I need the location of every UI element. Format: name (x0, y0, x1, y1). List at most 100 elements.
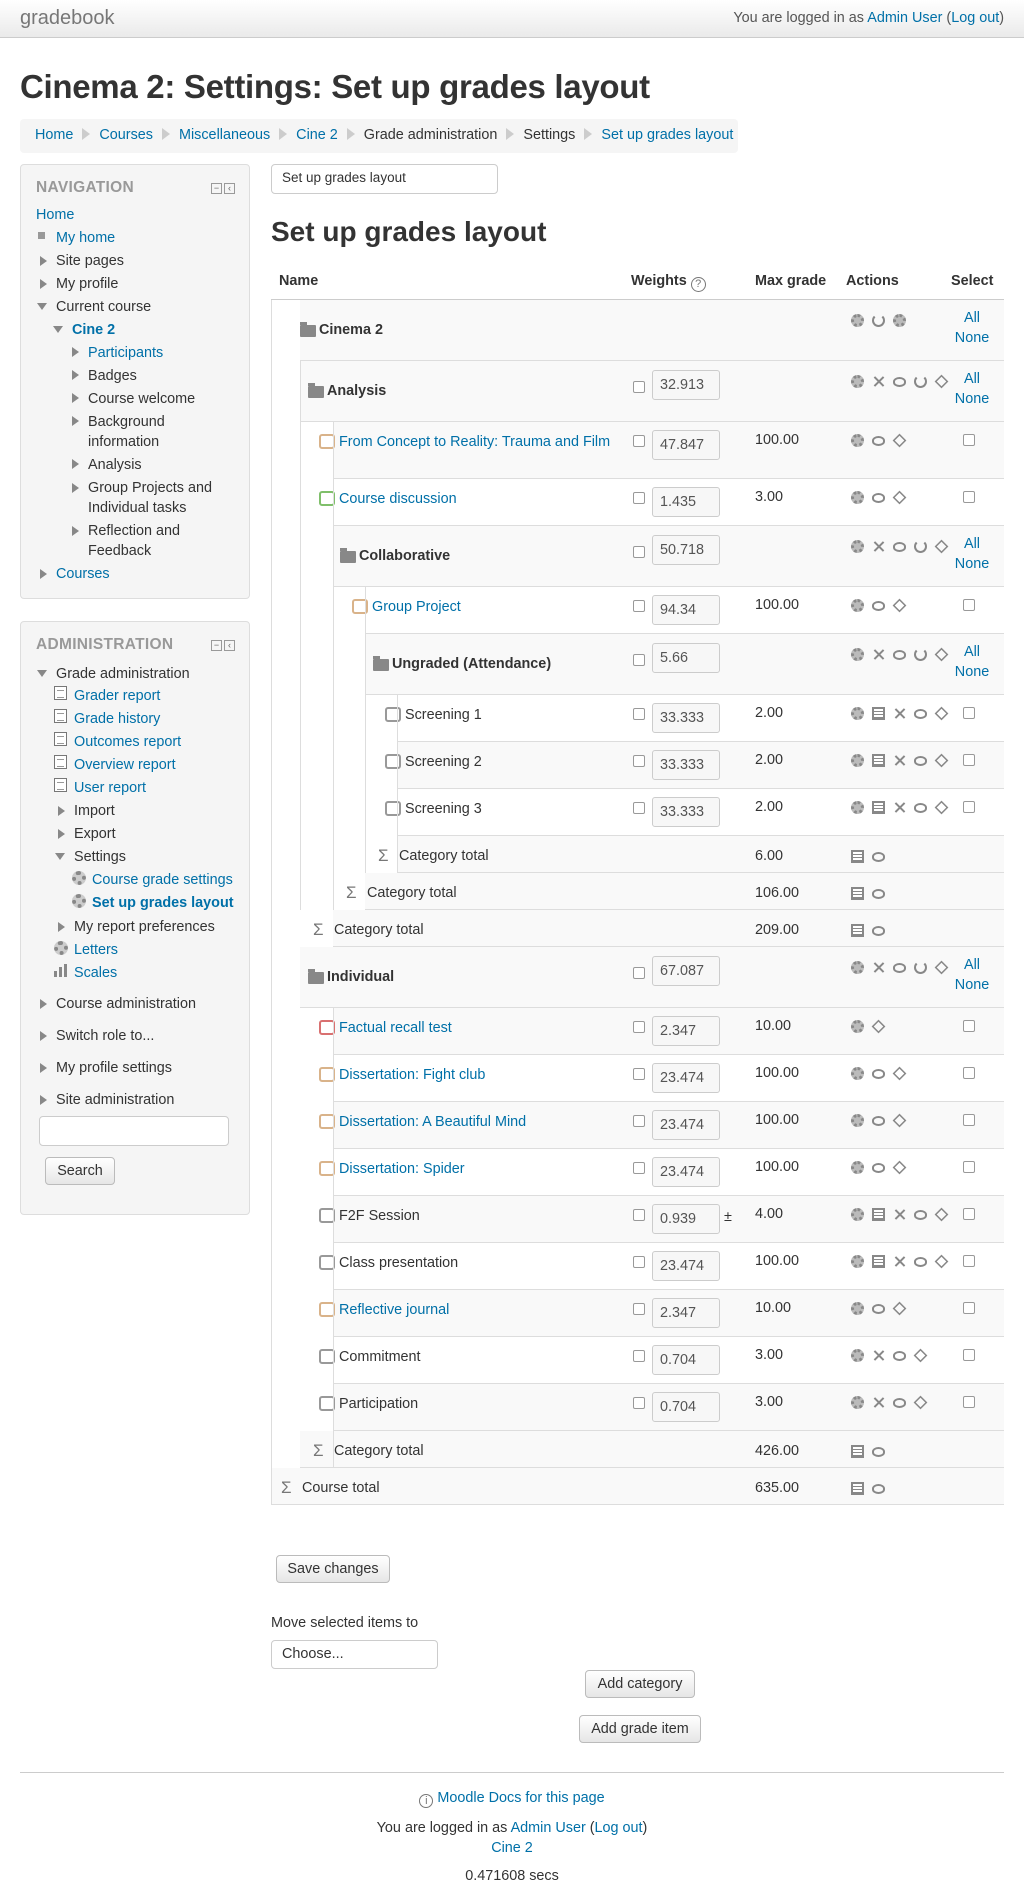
weight-override-checkbox[interactable] (633, 492, 645, 504)
weight-override-checkbox[interactable] (633, 708, 645, 720)
edit-gear-icon[interactable] (851, 1349, 864, 1362)
weight-input[interactable]: 33.333 (652, 750, 720, 780)
expand-icon[interactable] (58, 922, 65, 932)
hide-eye-icon[interactable] (872, 1304, 885, 1314)
weight-input[interactable]: 33.333 (652, 703, 720, 733)
edit-gear-icon[interactable] (851, 801, 864, 814)
move-icon[interactable] (913, 1348, 928, 1363)
edit-gear-icon[interactable] (851, 375, 864, 388)
nav-course-welcome[interactable]: Course welcome (88, 389, 195, 409)
select-checkbox[interactable] (963, 801, 975, 813)
dock-icon[interactable]: ‹ (224, 183, 235, 194)
edit-gear-icon[interactable] (851, 1396, 864, 1409)
collapse-icon[interactable]: − (211, 640, 222, 651)
hide-eye-icon[interactable] (893, 542, 906, 552)
collapse-arrow-icon[interactable] (55, 853, 65, 860)
grade-item-name[interactable]: From Concept to Reality: Trauma and Film (339, 432, 620, 452)
edit-gear-icon[interactable] (851, 540, 864, 553)
delete-icon[interactable] (893, 1255, 906, 1268)
nav-badges[interactable]: Badges (88, 366, 137, 386)
expand-icon[interactable] (40, 999, 47, 1009)
select-none-link[interactable]: None (946, 328, 998, 348)
hide-eye-icon[interactable] (872, 1069, 885, 1079)
expand-icon[interactable] (72, 393, 79, 403)
weight-input[interactable]: 94.34 (652, 595, 720, 625)
edit-gear-icon[interactable] (851, 599, 864, 612)
weight-input[interactable]: 47.847 (652, 430, 720, 460)
delete-icon[interactable] (893, 1208, 906, 1221)
nav-course-cine2[interactable]: Cine 2 (72, 320, 115, 340)
hide-eye-icon[interactable] (872, 1163, 885, 1173)
nav-home[interactable]: Home (36, 205, 74, 225)
grade-item-name[interactable]: Commitment (339, 1347, 620, 1367)
move-icon[interactable] (892, 1113, 907, 1128)
admin-course-grade-settings[interactable]: Course grade settings (92, 870, 233, 890)
admin-overview-report[interactable]: Overview report (74, 755, 176, 775)
weight-input[interactable]: 0.704 (652, 1345, 720, 1375)
grade-item-name[interactable]: Dissertation: A Beautiful Mind (339, 1112, 620, 1132)
calculation-icon[interactable] (872, 801, 885, 814)
nav-group-projects[interactable]: Group Projects and Individual tasks (88, 478, 218, 518)
select-checkbox[interactable] (963, 1349, 975, 1361)
admin-report-preferences[interactable]: My report preferences (74, 917, 215, 937)
weight-input[interactable]: 23.474 (652, 1251, 720, 1281)
weight-override-checkbox[interactable] (633, 1115, 645, 1127)
weight-override-checkbox[interactable] (633, 435, 645, 447)
edit-gear-icon[interactable] (851, 1067, 864, 1080)
expand-icon[interactable] (40, 256, 47, 266)
admin-search-button[interactable]: Search (45, 1157, 115, 1185)
grade-item-name[interactable]: Screening 1 (405, 705, 620, 725)
calculation-icon[interactable] (851, 1445, 864, 1458)
edit-gear-icon[interactable] (851, 1161, 864, 1174)
admin-set-up-grades-layout[interactable]: Set up grades layout (92, 893, 234, 913)
admin-course-administration[interactable]: Course administration (56, 994, 196, 1014)
nav-background-information[interactable]: Background information (88, 412, 208, 452)
grade-item-name[interactable]: Screening 2 (405, 752, 620, 772)
admin-user-report[interactable]: User report (74, 778, 146, 798)
delete-icon[interactable] (893, 801, 906, 814)
calculation-icon[interactable] (872, 1208, 885, 1221)
select-checkbox[interactable] (963, 491, 975, 503)
calculation-icon[interactable] (851, 1482, 864, 1495)
nav-current-course[interactable]: Current course (56, 297, 151, 317)
expand-icon[interactable] (40, 569, 47, 579)
edit-gear-icon[interactable] (851, 434, 864, 447)
move-icon[interactable] (934, 753, 949, 768)
nav-reflection-feedback[interactable]: Reflection and Feedback (88, 521, 208, 561)
hide-eye-icon[interactable] (872, 889, 885, 899)
edit-gear-icon[interactable] (851, 491, 864, 504)
weight-input[interactable]: 2.347 (652, 1298, 720, 1328)
select-checkbox[interactable] (963, 1020, 975, 1032)
hide-eye-icon[interactable] (914, 709, 927, 719)
select-checkbox[interactable] (963, 1208, 975, 1220)
select-checkbox[interactable] (963, 1396, 975, 1408)
move-icon[interactable] (892, 1301, 907, 1316)
delete-icon[interactable] (872, 540, 885, 553)
weight-override-checkbox[interactable] (633, 755, 645, 767)
breadcrumb-course[interactable]: Cine 2 (296, 127, 338, 143)
delete-icon[interactable] (872, 961, 885, 974)
select-none-link[interactable]: None (946, 554, 998, 574)
nav-my-profile[interactable]: My profile (56, 274, 118, 294)
report-select[interactable]: Set up grades layout (271, 164, 498, 194)
expand-icon[interactable] (58, 806, 65, 816)
delete-icon[interactable] (893, 754, 906, 767)
collapse-icon[interactable]: − (211, 183, 222, 194)
grade-item-name[interactable]: Dissertation: Fight club (339, 1065, 620, 1085)
hide-eye-icon[interactable] (872, 1484, 885, 1494)
move-items-select[interactable]: Choose... (271, 1640, 438, 1669)
footer-user-link[interactable]: Admin User (511, 1820, 586, 1836)
grade-item-name[interactable]: Class presentation (339, 1253, 620, 1273)
reset-weights-icon[interactable] (914, 961, 927, 974)
delete-icon[interactable] (872, 1396, 885, 1409)
edit-gear-icon[interactable] (851, 707, 864, 720)
hide-eye-icon[interactable] (914, 803, 927, 813)
move-icon[interactable] (934, 1254, 949, 1269)
expand-icon[interactable] (72, 459, 79, 469)
nav-site-pages[interactable]: Site pages (56, 251, 124, 271)
weight-override-checkbox[interactable] (633, 1350, 645, 1362)
save-changes-button[interactable]: Save changes (276, 1555, 390, 1583)
footer-course-link[interactable]: Cine 2 (0, 1840, 1024, 1856)
move-icon[interactable] (934, 800, 949, 815)
weight-input[interactable]: 50.718 (652, 535, 720, 565)
